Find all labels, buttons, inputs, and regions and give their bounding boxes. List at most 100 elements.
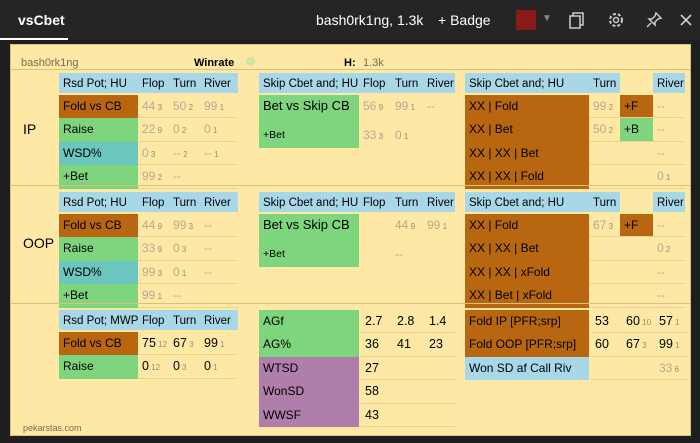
copy-icon[interactable] xyxy=(566,9,588,31)
stat-label-fold-oop-pfr-srp-[interactable]: Fold OOP [PFR;srp] xyxy=(465,333,589,357)
stat-label--bet[interactable]: +Bet xyxy=(259,124,359,147)
stat-flop-value: 99 xyxy=(142,264,156,279)
stat-flop-value: 0 xyxy=(142,359,149,374)
stat-turn-sample: 10 xyxy=(639,318,652,327)
stat-flop: 99 3 xyxy=(138,261,169,284)
header-title: Rsd Pot; HU xyxy=(59,73,138,93)
stat-label-wonsd[interactable]: WonSD xyxy=(259,380,359,404)
stat-label-raise[interactable]: Raise xyxy=(59,355,138,379)
header-flop: Flop xyxy=(138,192,169,212)
stat-turn: 44 9 xyxy=(391,214,423,237)
stat-label-wtsd[interactable]: WTSD xyxy=(259,356,359,381)
stat-turn: 67 3 xyxy=(169,332,200,355)
stat-flop-value: 2.7 xyxy=(365,314,383,328)
stat-river: 23 xyxy=(425,333,457,356)
stat-flop-value: 44 xyxy=(142,99,156,113)
header-turn: Turn xyxy=(589,192,620,212)
stat-turn: -- xyxy=(169,284,200,307)
stat-river: -- xyxy=(200,261,238,284)
stat-label-xx-fold[interactable]: XX | Fold xyxy=(465,214,589,238)
stat-turn-sample: 1 xyxy=(408,103,416,112)
stat-turn: 0 1 xyxy=(169,261,200,284)
stat-label-fold-vs-cb[interactable]: Fold vs CB xyxy=(59,332,138,356)
stat-flop-value: 0 xyxy=(142,145,149,160)
close-icon[interactable] xyxy=(675,9,697,31)
stat-turn-value: -- xyxy=(173,169,181,184)
stat-river-value: 99 xyxy=(204,99,218,113)
stat-label-xx-xx-xfold[interactable]: XX | XX | xFold xyxy=(465,260,589,285)
stat-turn-value: 50 xyxy=(173,99,187,113)
stat-label-xx-bet-xfold[interactable]: XX | Bet | xFold xyxy=(465,284,589,308)
stat-flop: 0 12 xyxy=(138,355,169,378)
stat-turn-value: 50 xyxy=(593,122,607,137)
stat-turn xyxy=(589,142,620,165)
stat-turn: 50 2 xyxy=(169,95,200,118)
row-divider xyxy=(589,187,685,189)
stat-river: -- xyxy=(653,261,685,284)
tab-vscbet[interactable]: vsCbet xyxy=(18,12,65,28)
gear-icon[interactable] xyxy=(605,9,627,31)
add-badge-button[interactable]: + Badge xyxy=(438,12,491,28)
stat-label-bet-vs-skip-cb[interactable]: Bet vs Skip CB xyxy=(259,95,359,118)
stat-value-value: 43 xyxy=(365,407,379,422)
header-flop: Flop xyxy=(138,73,169,93)
stat-turn-sample: 3 xyxy=(179,363,187,373)
stat-turn xyxy=(589,237,620,260)
stat-turn-value: -- xyxy=(173,145,181,160)
pin-icon[interactable] xyxy=(643,9,665,31)
stat-flop-value: 60 xyxy=(595,337,609,352)
header-turn: Turn xyxy=(169,73,200,93)
stat-label-agf[interactable]: AGf xyxy=(259,310,359,334)
stat-label--bet[interactable]: +Bet xyxy=(259,243,359,266)
stat-label-won-sd-af-call-riv[interactable]: Won SD af Call Riv xyxy=(465,356,589,381)
stat-label-wwsf[interactable]: WWSF xyxy=(259,403,359,427)
stat-turn-sample: 2 xyxy=(181,149,188,159)
stat-label-fold-ip-pfr-srp-[interactable]: Fold IP [PFR;srp] xyxy=(465,310,589,334)
stat-label-fold-vs-cb[interactable]: Fold vs CB xyxy=(59,214,138,238)
hands-label: H: xyxy=(344,57,356,69)
stat-river-value: 99 xyxy=(427,218,441,232)
stat-label-bet-vs-skip-cb[interactable]: Bet vs Skip CB xyxy=(259,214,359,237)
divider xyxy=(11,69,690,70)
stat-label-ag-[interactable]: AG% xyxy=(259,333,359,357)
stat-turn: 41 xyxy=(393,333,425,356)
stat-river-value: 0 xyxy=(204,359,211,374)
stat-river: 0 1 xyxy=(200,355,238,378)
stat-label-xx-fold[interactable]: XX | Fold xyxy=(465,95,589,119)
stat-river-sample: 1 xyxy=(217,340,225,349)
stat-label-xx-xx-bet[interactable]: XX | XX | Bet xyxy=(465,237,589,261)
color-picker-swatch[interactable] xyxy=(516,10,536,30)
row-divider xyxy=(138,306,238,308)
stat-turn: 67 3 xyxy=(622,333,655,356)
stat-label-wsd-[interactable]: WSD% xyxy=(59,260,138,285)
stat-flop: 99 1 xyxy=(138,284,169,307)
stat-river-sample: 1 xyxy=(210,363,218,373)
stat-river-value: -- xyxy=(657,288,665,303)
stat-river-sample: 1 xyxy=(212,149,219,159)
stat-turn: 99 2 xyxy=(589,95,620,118)
stat-turn-value: 0 xyxy=(173,241,180,256)
stat-turn: 99 3 xyxy=(169,214,200,237)
stat-river-value: -- xyxy=(657,264,665,279)
header-river: River xyxy=(200,192,238,212)
stat-flop-value: 56 xyxy=(363,99,377,113)
stat-label-raise[interactable]: Raise xyxy=(59,237,138,261)
stat-flop: 53 xyxy=(591,310,622,333)
chevron-down-icon[interactable]: ▼ xyxy=(542,13,552,24)
stat-flop-value: 33 xyxy=(363,128,377,143)
stat-label--bet[interactable]: +Bet xyxy=(59,284,138,308)
stat-label-xx-xx-bet[interactable]: XX | XX | Bet xyxy=(465,141,589,166)
stat-label-fold-vs-cb[interactable]: Fold vs CB xyxy=(59,95,138,119)
stat-flop-value: 75 xyxy=(142,336,156,350)
stat-label-xx-bet[interactable]: XX | Bet xyxy=(465,118,589,142)
stat-label-raise[interactable]: Raise xyxy=(59,118,138,142)
stat-turn-sample: 2 xyxy=(606,126,614,136)
stat-turn-value: 0 xyxy=(173,122,180,137)
stat-river: -- 1 xyxy=(200,142,238,165)
header-flop: Flop xyxy=(138,310,169,330)
stat-turn-sample: 2 xyxy=(606,103,614,112)
oop-label: OOP xyxy=(23,235,55,251)
stat-label-wsd-[interactable]: WSD% xyxy=(59,141,138,166)
stat-turn-sample: 3 xyxy=(639,341,647,351)
stat-turn: 0 3 xyxy=(169,237,200,260)
